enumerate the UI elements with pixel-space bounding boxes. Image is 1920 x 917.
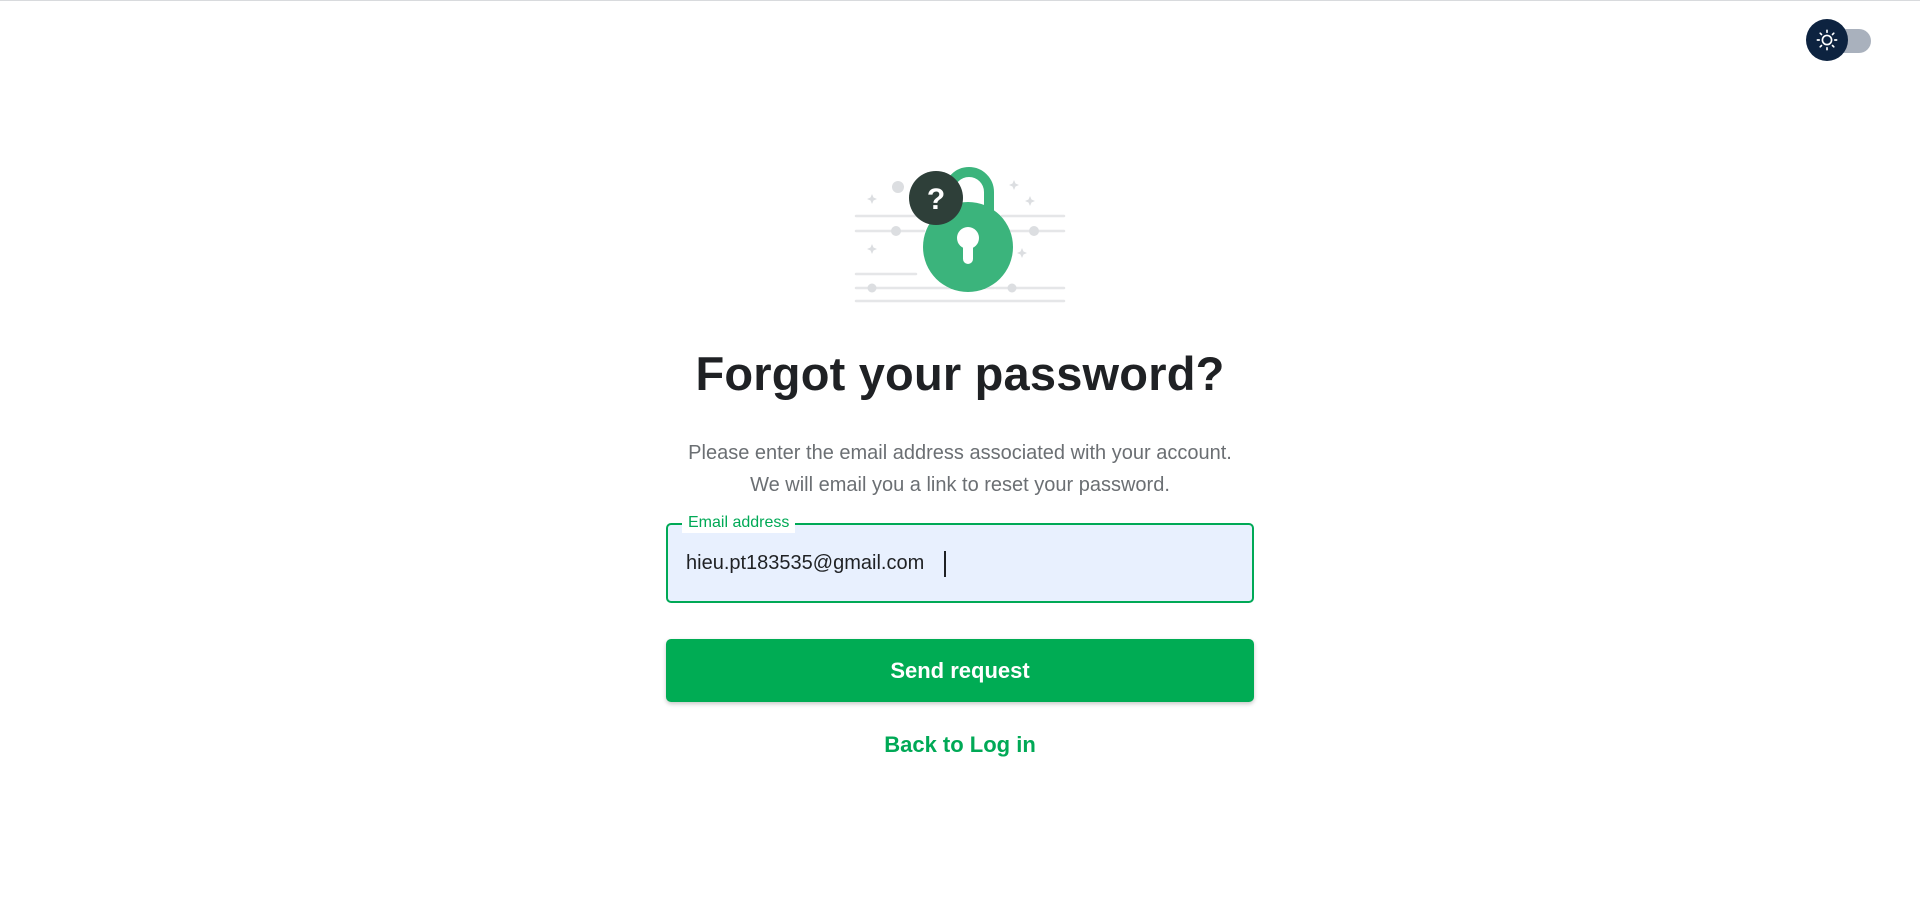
back-to-login-link[interactable]: Back to Log in bbox=[666, 730, 1254, 760]
text-caret bbox=[944, 551, 946, 577]
svg-text:?: ? bbox=[927, 183, 945, 216]
page-subtitle: Please enter the email address associate… bbox=[666, 437, 1254, 501]
page-title: Forgot your password? bbox=[695, 347, 1225, 400]
theme-toggle[interactable] bbox=[1806, 19, 1874, 61]
subtitle-line-1: Please enter the email address associate… bbox=[688, 442, 1232, 464]
subtitle-line-2: We will email you a link to reset your p… bbox=[750, 474, 1170, 496]
lock-question-icon: ? bbox=[854, 167, 1066, 303]
toggle-thumb bbox=[1806, 19, 1848, 61]
top-border bbox=[0, 0, 1920, 1]
email-field: Email address bbox=[666, 513, 1254, 603]
send-request-button[interactable]: Send request bbox=[666, 639, 1254, 702]
sun-icon bbox=[1816, 29, 1838, 51]
email-input[interactable] bbox=[686, 525, 1236, 601]
question-badge: ? bbox=[909, 171, 963, 225]
